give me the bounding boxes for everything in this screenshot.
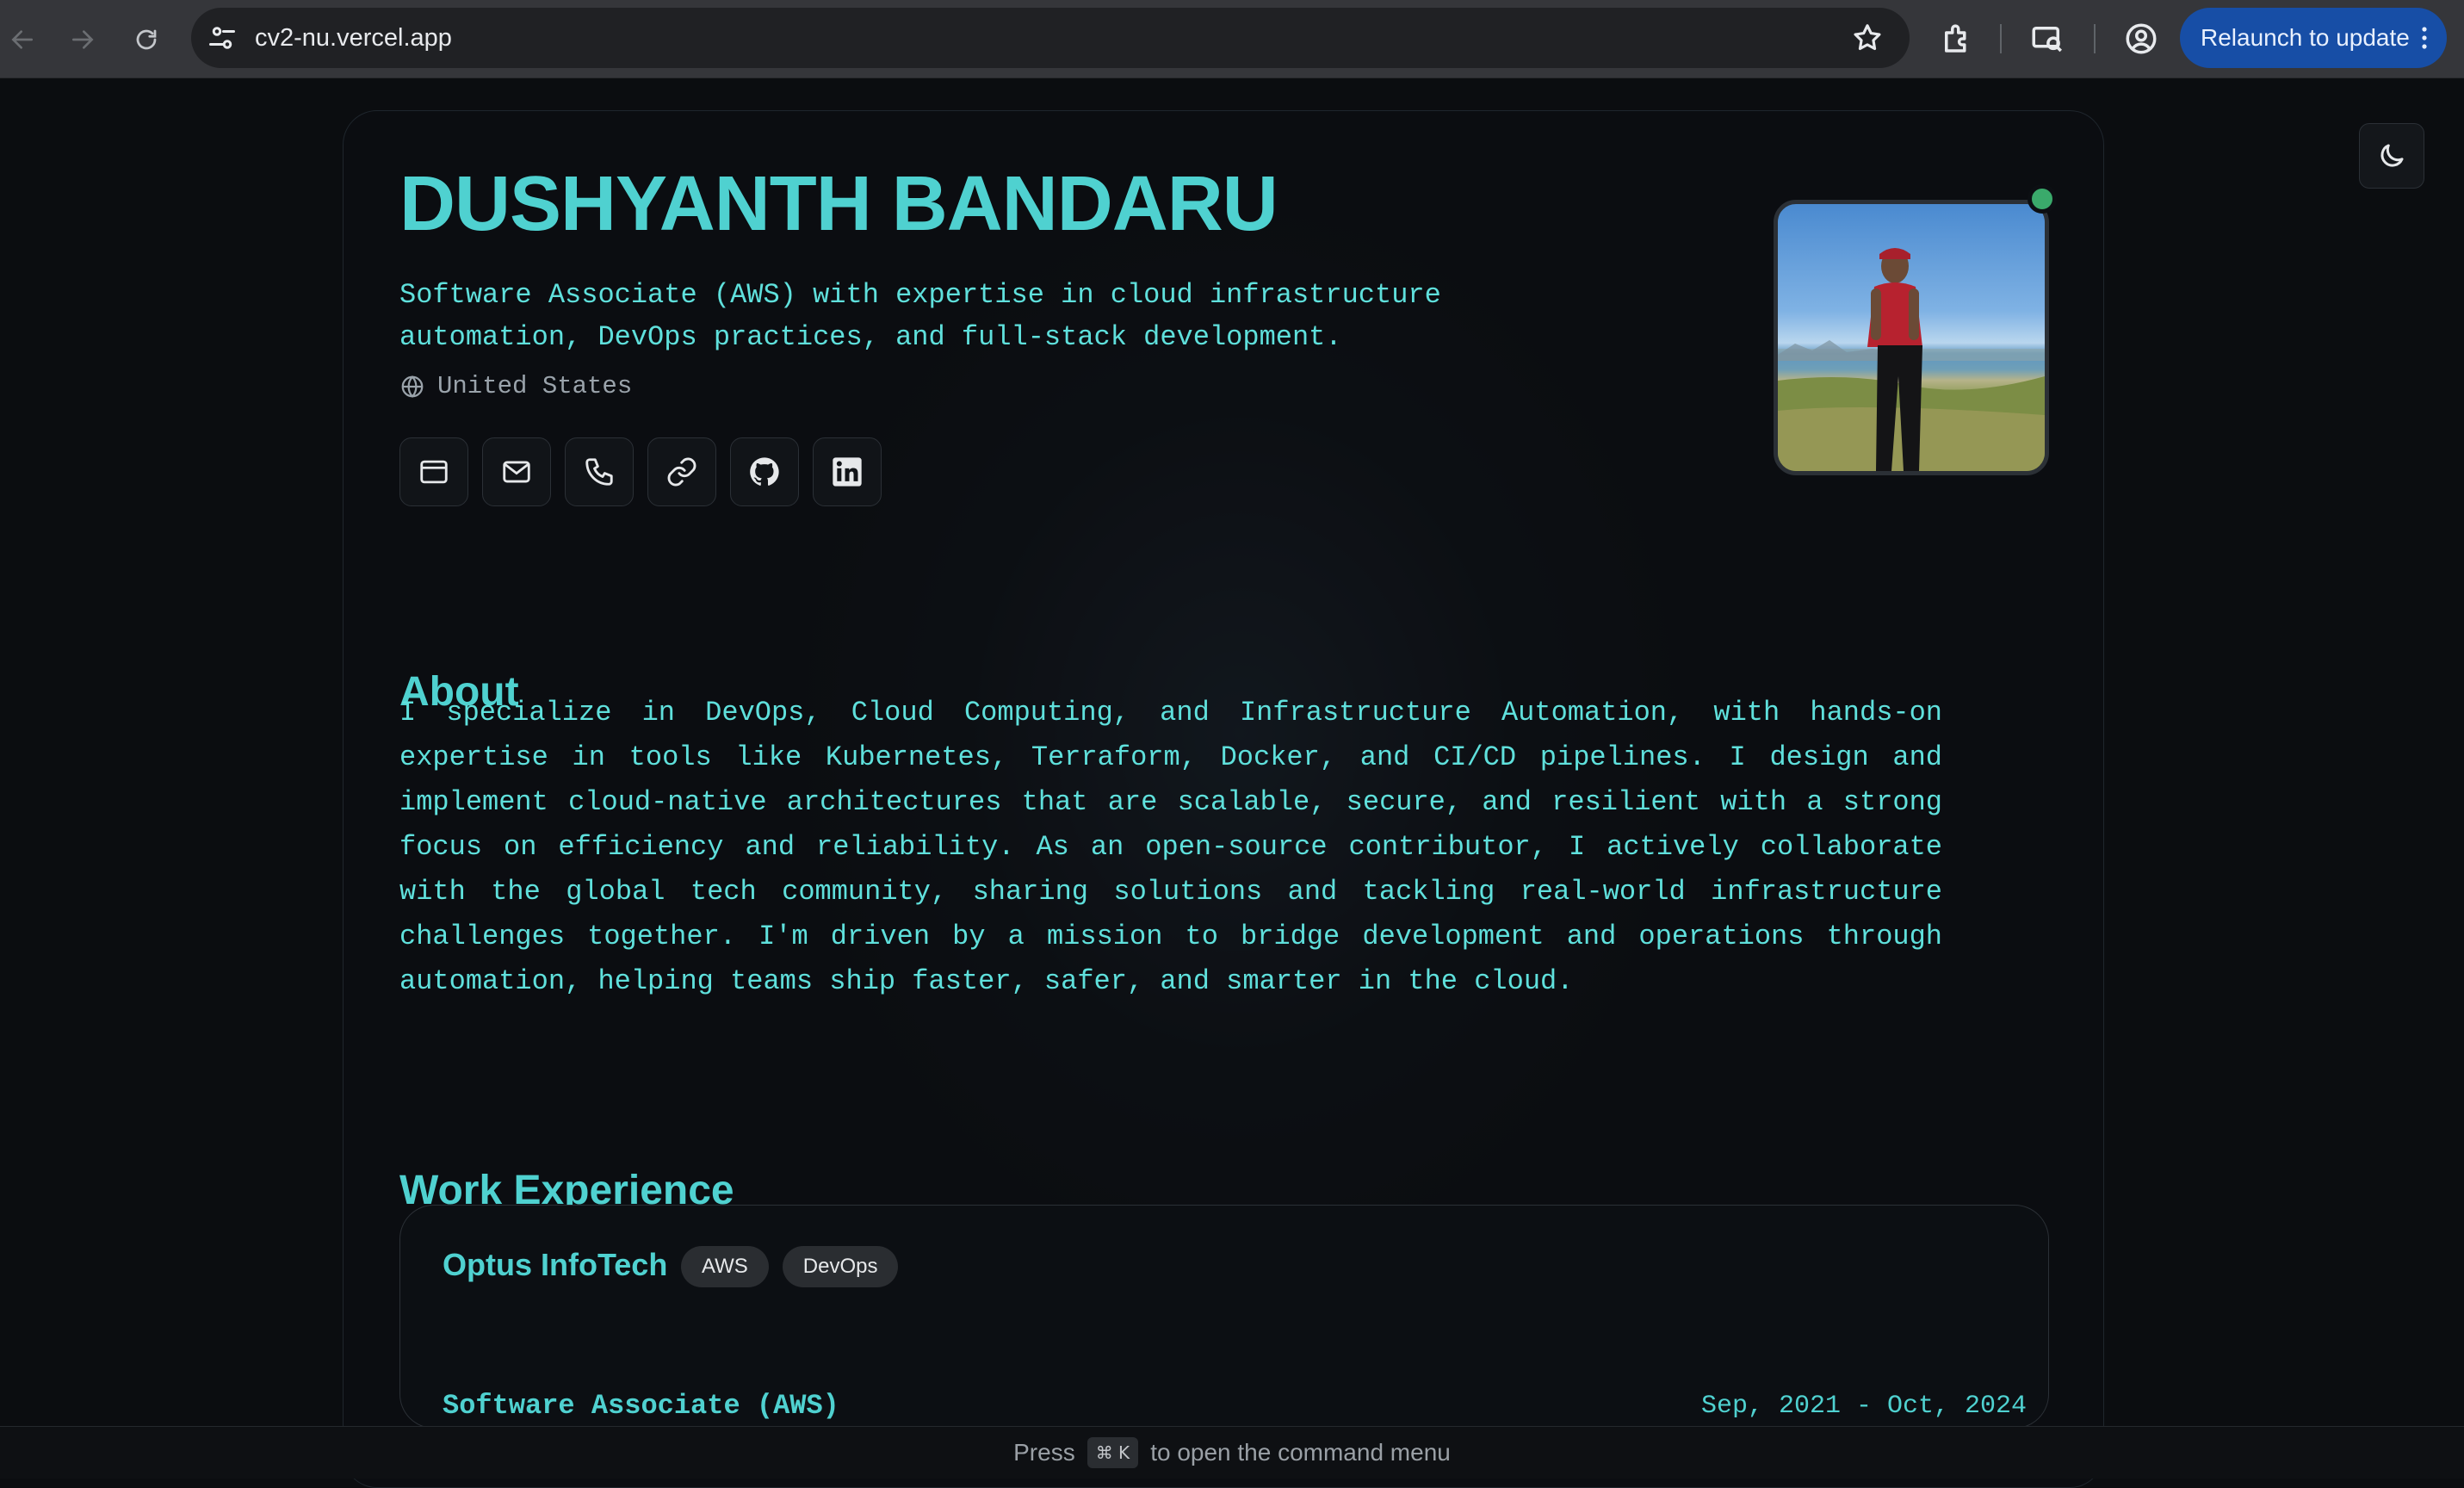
job-badges: AWS DevOps bbox=[681, 1246, 899, 1287]
github-button[interactable] bbox=[730, 437, 799, 506]
address-bar[interactable]: cv2-nu.vercel.app bbox=[191, 8, 1910, 68]
company-name[interactable]: Optus InfoTech bbox=[443, 1247, 667, 1283]
person-photo-illustration bbox=[1778, 248, 2045, 471]
url-text[interactable]: cv2-nu.vercel.app bbox=[255, 8, 452, 68]
forward-button[interactable] bbox=[60, 17, 105, 62]
linkedin-icon bbox=[833, 457, 862, 487]
keyboard-shortcut[interactable]: ⌘ K bbox=[1087, 1437, 1139, 1468]
location-text: United States bbox=[437, 372, 633, 400]
relaunch-button[interactable]: Relaunch to update bbox=[2180, 8, 2447, 68]
contact-links bbox=[399, 437, 882, 506]
arrow-left-icon bbox=[11, 30, 33, 49]
tab-search-icon[interactable] bbox=[2029, 21, 2065, 57]
command-hint-prefix: Press bbox=[1013, 1439, 1075, 1466]
toolbar-divider bbox=[2000, 24, 2002, 53]
site-settings-icon[interactable] bbox=[207, 22, 238, 53]
moon-icon bbox=[2380, 144, 2404, 167]
reload-button[interactable] bbox=[124, 17, 169, 62]
command-hint-suffix: to open the command menu bbox=[1150, 1439, 1451, 1466]
online-status-indicator bbox=[2028, 184, 2057, 214]
relaunch-label: Relaunch to update bbox=[2201, 24, 2410, 51]
theme-toggle-button[interactable] bbox=[2359, 123, 2424, 189]
location: United States bbox=[399, 372, 632, 400]
phone-button[interactable] bbox=[565, 437, 634, 506]
browser-toolbar: cv2-nu.vercel.app Relaunch to update bbox=[0, 0, 2464, 78]
reload-icon bbox=[136, 29, 157, 50]
phone-icon bbox=[585, 458, 613, 486]
job-role: Software Associate (AWS) bbox=[443, 1390, 839, 1422]
globe-icon bbox=[401, 375, 424, 398]
link-button[interactable] bbox=[647, 437, 716, 506]
profile-name: DUSHYANTH BANDARU bbox=[399, 161, 1278, 247]
more-vertical-icon[interactable] bbox=[2421, 27, 2428, 49]
about-text: I specialize in DevOps, Cloud Computing,… bbox=[399, 697, 1942, 997]
extensions-icon[interactable] bbox=[1939, 21, 1975, 57]
command-menu-hint: Press ⌘ K to open the command menu bbox=[0, 1426, 2464, 1479]
github-icon bbox=[750, 457, 779, 486]
profile-photo bbox=[1774, 200, 2049, 475]
badge-aws: AWS bbox=[681, 1246, 769, 1287]
profile-tagline: Software Associate (AWS) with expertise … bbox=[399, 279, 1441, 353]
website-button[interactable] bbox=[399, 437, 468, 506]
linkedin-button[interactable] bbox=[813, 437, 882, 506]
back-button[interactable] bbox=[0, 17, 45, 62]
email-button[interactable] bbox=[482, 437, 551, 506]
job-dates: Sep, 2021 - Oct, 2024 bbox=[1701, 1392, 2028, 1421]
bookmark-star-icon[interactable] bbox=[1851, 22, 1884, 54]
mail-icon bbox=[503, 461, 530, 483]
badge-devops: DevOps bbox=[782, 1246, 899, 1287]
toolbar-divider bbox=[2094, 24, 2096, 53]
browser-window-icon bbox=[420, 460, 448, 484]
profile-icon[interactable] bbox=[2123, 21, 2159, 57]
arrow-right-icon bbox=[72, 30, 94, 49]
link-icon bbox=[667, 457, 696, 487]
